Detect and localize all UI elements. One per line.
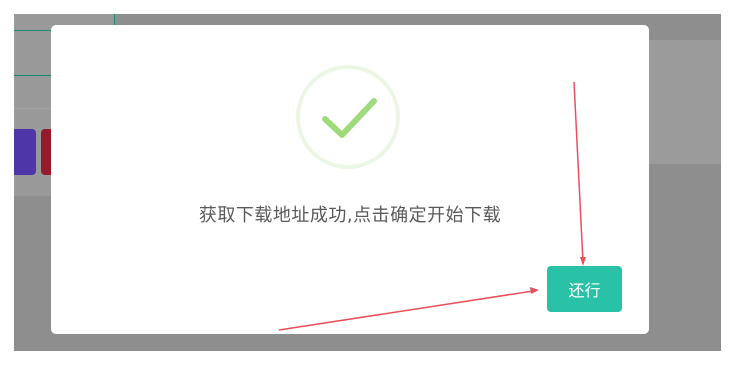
checkmark-success-icon — [296, 65, 400, 169]
checkmark-icon — [322, 98, 377, 138]
background-purple-button — [14, 129, 36, 175]
screenshot-page: 获取下载地址成功,点击确定开始下载 还行 — [0, 0, 735, 365]
dialog-message: 获取下载地址成功,点击确定开始下载 — [198, 205, 502, 226]
confirm-button[interactable]: 还行 — [547, 266, 622, 312]
success-dialog: 获取下载地址成功,点击确定开始下载 还行 — [51, 25, 649, 334]
